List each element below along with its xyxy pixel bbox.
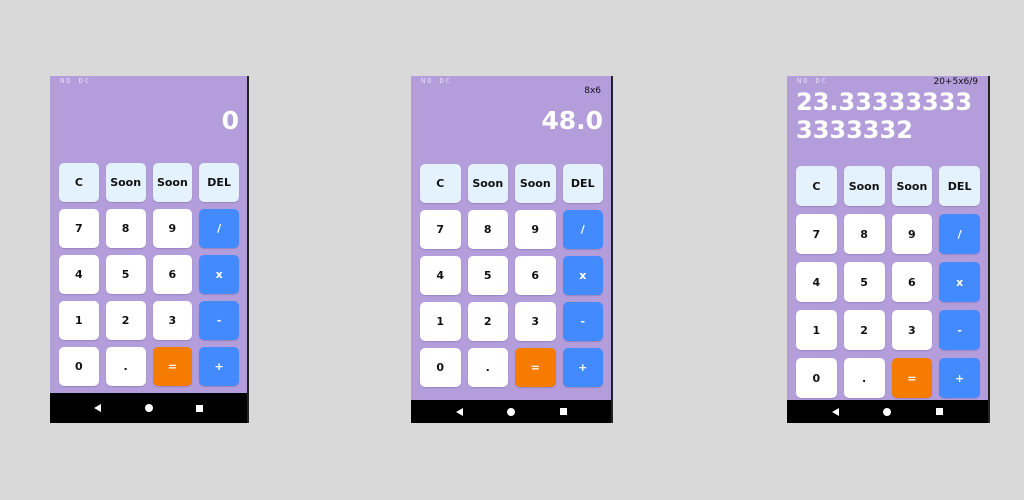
soon-button-2[interactable]: Soon (152, 163, 193, 202)
digit-2-button[interactable]: 2 (105, 301, 146, 340)
equals-button[interactable]: = (152, 347, 193, 386)
keypad: C Soon Soon DEL 7 8 9 / 4 5 6 x 1 2 3 - … (59, 163, 239, 386)
digit-2-button[interactable]: 2 (843, 310, 885, 350)
digit-7-button[interactable]: 7 (420, 210, 461, 249)
digit-0-button[interactable]: 0 (796, 358, 837, 398)
digit-4-button[interactable]: 4 (420, 256, 461, 295)
soon-button-2[interactable]: Soon (515, 164, 556, 203)
divide-button[interactable]: / (199, 209, 239, 248)
soon-button-1[interactable]: Soon (105, 163, 146, 202)
decimal-button[interactable]: . (105, 347, 146, 386)
plus-button[interactable]: + (939, 358, 980, 398)
result-display: 48.0 (541, 106, 603, 135)
digit-9-button[interactable]: 9 (891, 214, 933, 254)
digit-6-button[interactable]: 6 (152, 255, 193, 294)
back-icon[interactable] (827, 404, 843, 420)
navigation-bar (411, 400, 611, 423)
equals-button[interactable]: = (515, 348, 556, 387)
back-icon[interactable] (451, 404, 467, 420)
multiply-button[interactable]: x (939, 262, 980, 302)
navigation-bar (787, 400, 988, 423)
calculator-screen-1: NO DC 0 C Soon Soon DEL 7 8 9 / 4 5 6 x … (50, 76, 249, 423)
home-icon[interactable] (141, 400, 157, 416)
digit-1-button[interactable]: 1 (796, 310, 837, 350)
calculator-screen-3: NO DC 20+5x6/9 23.333333333333332 C Soon… (787, 76, 990, 423)
keypad: C Soon Soon DEL 7 8 9 / 4 5 6 x 1 2 3 - … (420, 164, 603, 387)
clear-button[interactable]: C (420, 164, 461, 203)
decimal-button[interactable]: . (843, 358, 885, 398)
digit-7-button[interactable]: 7 (59, 209, 99, 248)
status-bar-text: NO DC (421, 77, 453, 85)
keypad: C Soon Soon DEL 7 8 9 / 4 5 6 x 1 2 3 - … (796, 166, 980, 398)
plus-button[interactable]: + (562, 348, 603, 387)
digit-0-button[interactable]: 0 (420, 348, 461, 387)
digit-8-button[interactable]: 8 (467, 210, 508, 249)
clear-button[interactable]: C (796, 166, 837, 206)
plus-button[interactable]: + (199, 347, 239, 386)
digit-2-button[interactable]: 2 (467, 302, 508, 341)
multiply-button[interactable]: x (199, 255, 239, 294)
digit-3-button[interactable]: 3 (152, 301, 193, 340)
digit-9-button[interactable]: 9 (152, 209, 193, 248)
navigation-bar (50, 393, 247, 423)
result-display: 23.333333333333332 (796, 88, 973, 144)
screenshot-stage: NO DC 0 C Soon Soon DEL 7 8 9 / 4 5 6 x … (0, 0, 1024, 500)
digit-5-button[interactable]: 5 (843, 262, 885, 302)
minus-button[interactable]: - (562, 302, 603, 341)
soon-button-2[interactable]: Soon (891, 166, 933, 206)
decimal-button[interactable]: . (467, 348, 508, 387)
home-icon[interactable] (503, 404, 519, 420)
delete-button[interactable]: DEL (562, 164, 603, 203)
delete-button[interactable]: DEL (939, 166, 980, 206)
digit-9-button[interactable]: 9 (515, 210, 556, 249)
calculator-screen-2: NO DC 8x6 48.0 C Soon Soon DEL 7 8 9 / 4… (411, 76, 613, 423)
digit-4-button[interactable]: 4 (59, 255, 99, 294)
back-icon[interactable] (90, 400, 106, 416)
digit-8-button[interactable]: 8 (105, 209, 146, 248)
soon-button-1[interactable]: Soon (843, 166, 885, 206)
digit-6-button[interactable]: 6 (515, 256, 556, 295)
minus-button[interactable]: - (939, 310, 980, 350)
divide-button[interactable]: / (939, 214, 980, 254)
equals-button[interactable]: = (891, 358, 933, 398)
soon-button-1[interactable]: Soon (467, 164, 508, 203)
digit-5-button[interactable]: 5 (467, 256, 508, 295)
multiply-button[interactable]: x (562, 256, 603, 295)
expression-display: 8x6 (584, 86, 601, 96)
status-bar-text: NO DC (797, 77, 829, 85)
recents-icon[interactable] (932, 404, 948, 420)
minus-button[interactable]: - (199, 301, 239, 340)
digit-7-button[interactable]: 7 (796, 214, 837, 254)
digit-5-button[interactable]: 5 (105, 255, 146, 294)
divide-button[interactable]: / (562, 210, 603, 249)
digit-0-button[interactable]: 0 (59, 347, 99, 386)
result-display: 0 (221, 106, 239, 135)
digit-3-button[interactable]: 3 (515, 302, 556, 341)
digit-4-button[interactable]: 4 (796, 262, 837, 302)
expression-display: 20+5x6/9 (933, 77, 978, 87)
status-bar-text: NO DC (60, 77, 92, 85)
clear-button[interactable]: C (59, 163, 99, 202)
recents-icon[interactable] (192, 400, 208, 416)
digit-6-button[interactable]: 6 (891, 262, 933, 302)
recents-icon[interactable] (555, 404, 571, 420)
digit-1-button[interactable]: 1 (59, 301, 99, 340)
digit-3-button[interactable]: 3 (891, 310, 933, 350)
digit-8-button[interactable]: 8 (843, 214, 885, 254)
home-icon[interactable] (879, 404, 895, 420)
delete-button[interactable]: DEL (199, 163, 239, 202)
digit-1-button[interactable]: 1 (420, 302, 461, 341)
